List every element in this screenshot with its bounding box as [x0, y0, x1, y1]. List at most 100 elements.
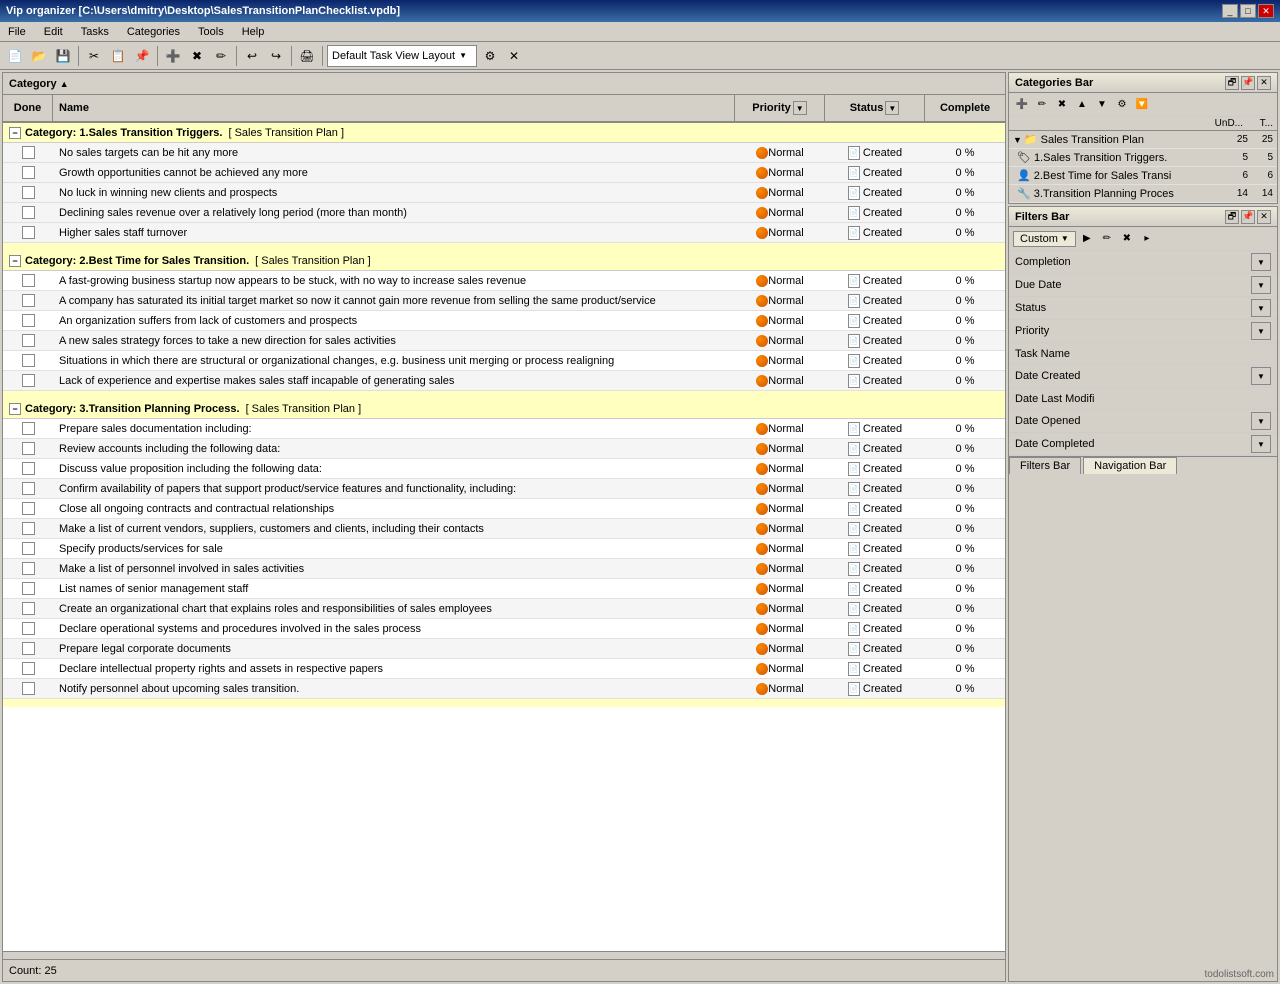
close-button[interactable]: ✕: [1258, 4, 1274, 18]
filter-item-dropdown[interactable]: ▼: [1251, 412, 1271, 430]
task-row[interactable]: Close all ongoing contracts and contract…: [3, 499, 1005, 519]
menu-edit[interactable]: Edit: [40, 25, 67, 39]
task-row[interactable]: No luck in winning new clients and prosp…: [3, 183, 1005, 203]
col-priority-header[interactable]: Priority ▼: [735, 95, 825, 121]
task-checkbox[interactable]: [22, 146, 35, 159]
copy-button[interactable]: 📋: [107, 45, 129, 67]
task-checkbox[interactable]: [22, 274, 35, 287]
task-checkbox[interactable]: [22, 354, 35, 367]
menu-file[interactable]: File: [4, 25, 30, 39]
task-row[interactable]: Growth opportunities cannot be achieved …: [3, 163, 1005, 183]
panel-close-button[interactable]: ✕: [1257, 76, 1271, 90]
cat-down-button[interactable]: ▼: [1093, 96, 1111, 114]
task-row[interactable]: Confirm availability of papers that supp…: [3, 479, 1005, 499]
edit-button[interactable]: ✏: [210, 45, 232, 67]
task-checkbox[interactable]: [22, 522, 35, 535]
task-checkbox[interactable]: [22, 334, 35, 347]
col-status-header[interactable]: Status ▼: [825, 95, 925, 121]
task-row[interactable]: A company has saturated its initial targ…: [3, 291, 1005, 311]
task-checkbox[interactable]: [22, 662, 35, 675]
filter-delete-button[interactable]: ✖: [1118, 230, 1136, 248]
cat-up-button[interactable]: ▲: [1073, 96, 1091, 114]
task-checkbox[interactable]: [22, 482, 35, 495]
task-checkbox[interactable]: [22, 186, 35, 199]
task-row[interactable]: Discuss value proposition including the …: [3, 459, 1005, 479]
task-checkbox[interactable]: [22, 682, 35, 695]
task-checkbox[interactable]: [22, 542, 35, 555]
layout-settings-button[interactable]: ⚙: [479, 45, 501, 67]
task-row[interactable]: Create an organizational chart that expl…: [3, 599, 1005, 619]
task-checkbox[interactable]: [22, 502, 35, 515]
task-row[interactable]: Prepare legal corporate documents Normal…: [3, 639, 1005, 659]
cat-filter-button[interactable]: 🔽: [1133, 96, 1151, 114]
task-row[interactable]: No sales targets can be hit any more Nor…: [3, 143, 1005, 163]
layout-close-button[interactable]: ✕: [503, 45, 525, 67]
tree-item-2[interactable]: 👤 2.Best Time for Sales Transi 6 6: [1009, 167, 1277, 185]
cut-button[interactable]: ✂: [83, 45, 105, 67]
cat-edit-button[interactable]: ✏: [1033, 96, 1051, 114]
horizontal-scrollbar[interactable]: [3, 951, 1005, 959]
paste-button[interactable]: 📌: [131, 45, 153, 67]
task-row[interactable]: Make a list of personnel involved in sal…: [3, 559, 1005, 579]
filter-item-dropdown[interactable]: ▼: [1251, 435, 1271, 453]
task-row[interactable]: An organization suffers from lack of cus…: [3, 311, 1005, 331]
filters-pin-button[interactable]: 📌: [1241, 210, 1255, 224]
task-checkbox[interactable]: [22, 642, 35, 655]
task-checkbox[interactable]: [22, 314, 35, 327]
filter-edit-button[interactable]: ✏: [1098, 230, 1116, 248]
maximize-button[interactable]: □: [1240, 4, 1256, 18]
task-row[interactable]: Make a list of current vendors, supplier…: [3, 519, 1005, 539]
category-expand-icon[interactable]: −: [9, 255, 21, 267]
minimize-button[interactable]: _: [1222, 4, 1238, 18]
menu-tools[interactable]: Tools: [194, 25, 228, 39]
task-checkbox[interactable]: [22, 166, 35, 179]
tree-item-1[interactable]: 🏷 1.Sales Transition Triggers. 5 5: [1009, 149, 1277, 167]
task-row[interactable]: Situations in which there are structural…: [3, 351, 1005, 371]
task-row[interactable]: List names of senior management staff No…: [3, 579, 1005, 599]
task-checkbox[interactable]: [22, 226, 35, 239]
cat-add-button[interactable]: ➕: [1013, 96, 1031, 114]
filter-apply-button[interactable]: ▶: [1078, 230, 1096, 248]
category-expand-icon[interactable]: −: [9, 127, 21, 139]
print-button[interactable]: 🖨: [296, 45, 318, 67]
task-checkbox[interactable]: [22, 374, 35, 387]
task-list[interactable]: − Category: 1.Sales Transition Triggers.…: [3, 123, 1005, 951]
filter-item-dropdown[interactable]: ▼: [1251, 322, 1271, 340]
priority-filter-button[interactable]: ▼: [793, 101, 807, 115]
filter-item-dropdown[interactable]: ▼: [1251, 253, 1271, 271]
filters-close-button[interactable]: ✕: [1257, 210, 1271, 224]
cat-delete-button[interactable]: ✖: [1053, 96, 1071, 114]
task-row[interactable]: Declare intellectual property rights and…: [3, 659, 1005, 679]
cat-settings-button[interactable]: ⚙: [1113, 96, 1131, 114]
filter-type-dropdown[interactable]: Custom ▼: [1013, 231, 1076, 247]
task-checkbox[interactable]: [22, 462, 35, 475]
bottom-tab-1[interactable]: Navigation Bar: [1083, 457, 1177, 474]
task-checkbox[interactable]: [22, 562, 35, 575]
filter-item-dropdown[interactable]: ▼: [1251, 299, 1271, 317]
task-checkbox[interactable]: [22, 294, 35, 307]
status-filter-button[interactable]: ▼: [885, 101, 899, 115]
filter-item-dropdown[interactable]: ▼: [1251, 276, 1271, 294]
filter-more-button[interactable]: ▸: [1138, 230, 1156, 248]
filters-restore-button[interactable]: 🗗: [1225, 210, 1239, 224]
menu-help[interactable]: Help: [238, 25, 269, 39]
task-row[interactable]: Declining sales revenue over a relativel…: [3, 203, 1005, 223]
menu-categories[interactable]: Categories: [123, 25, 184, 39]
task-row[interactable]: A new sales strategy forces to take a ne…: [3, 331, 1005, 351]
task-checkbox[interactable]: [22, 582, 35, 595]
task-checkbox[interactable]: [22, 602, 35, 615]
layout-dropdown[interactable]: Default Task View Layout ▼: [327, 45, 477, 67]
task-checkbox[interactable]: [22, 206, 35, 219]
delete-button[interactable]: ✖: [186, 45, 208, 67]
category-row-cat1[interactable]: − Category: 1.Sales Transition Triggers.…: [3, 123, 1005, 143]
add-task-button[interactable]: ➕: [162, 45, 184, 67]
category-row-cat2[interactable]: − Category: 2.Best Time for Sales Transi…: [3, 251, 1005, 271]
open-button[interactable]: 📂: [28, 45, 50, 67]
task-row[interactable]: A fast-growing business startup now appe…: [3, 271, 1005, 291]
task-row[interactable]: Notify personnel about upcoming sales tr…: [3, 679, 1005, 699]
panel-pin-button[interactable]: 📌: [1241, 76, 1255, 90]
tree-item-0[interactable]: ▼📁 Sales Transition Plan 25 25: [1009, 131, 1277, 149]
undo-button[interactable]: ↩: [241, 45, 263, 67]
category-row-cat3[interactable]: − Category: 3.Transition Planning Proces…: [3, 399, 1005, 419]
task-row[interactable]: Lack of experience and expertise makes s…: [3, 371, 1005, 391]
